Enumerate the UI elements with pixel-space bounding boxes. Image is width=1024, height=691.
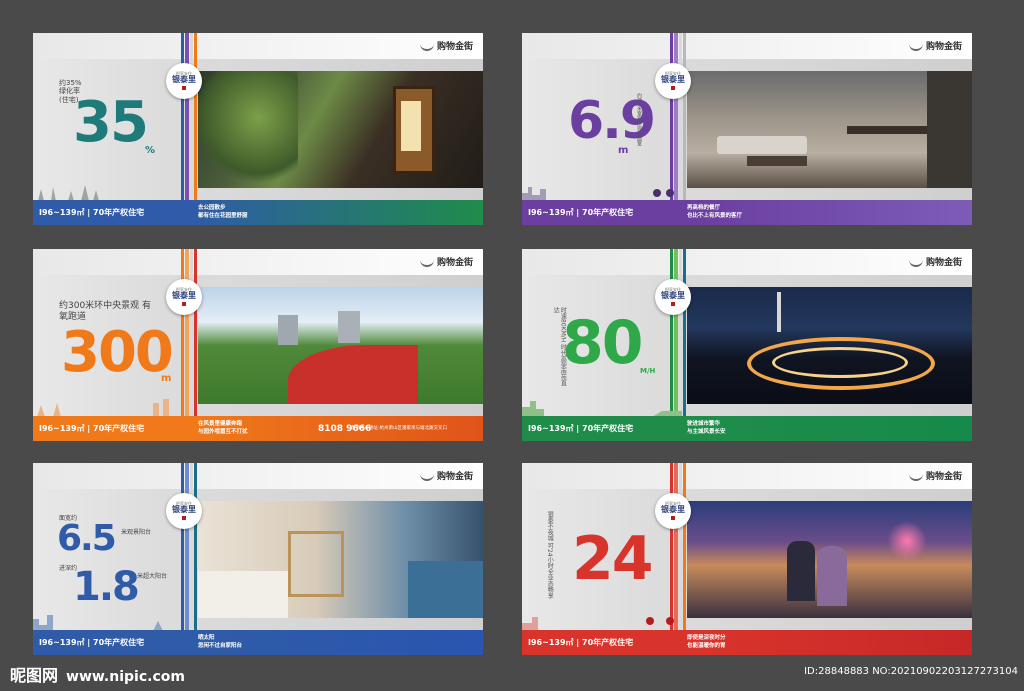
yintaili-logo: 把家安住 银泰里 bbox=[655, 279, 691, 315]
watermark-id: ID:28848883 NO:20210902203127273104 bbox=[804, 666, 1018, 677]
brand-label: 购物金街 bbox=[908, 39, 962, 52]
big-number: 300 bbox=[61, 320, 174, 385]
tail-text: 去公园散步 都有住在花园里舒服 bbox=[198, 205, 248, 219]
bottom-bar: I96~139㎡ | 70年产权住宅 即使是深夜时分 也能温暖你的胃 bbox=[522, 630, 972, 655]
top-band bbox=[33, 33, 483, 59]
lotus-icon bbox=[419, 257, 434, 267]
address-text: 营销中心地址:杭州萧山区潘家坝与塘北路交叉口 bbox=[351, 425, 448, 431]
yintaili-logo: 把家安住 银泰里 bbox=[166, 493, 202, 529]
spec-text: I96~139㎡ | 70年产权住宅 bbox=[528, 208, 634, 217]
bottom-bar: I96~139㎡ | 70年产权住宅 去公园散步 都有住在花园里舒服 bbox=[33, 200, 483, 225]
lotus-icon bbox=[908, 257, 923, 267]
billboard-balcony: 购物金街 把家安住 银泰里 面宽约 6.5 米观景阳台 进深约 1.8 米超大阳台… bbox=[33, 463, 483, 655]
top-band bbox=[33, 249, 483, 275]
unit: m bbox=[618, 145, 629, 156]
top-band bbox=[33, 463, 483, 489]
photo-bedroom-balcony bbox=[198, 501, 483, 618]
unit: m bbox=[161, 373, 172, 384]
color-stripes bbox=[181, 463, 197, 630]
diners-silhouette bbox=[522, 617, 674, 631]
tail-text: 再高档的餐厅 也比不上有风景的客厅 bbox=[687, 205, 743, 219]
people-silhouette bbox=[38, 185, 99, 201]
billboard-green-rate: 购物金街 把家安住 银泰里 约35%绿化率(住宅) 35 % I96~139㎡ |… bbox=[33, 33, 483, 225]
tail-text: 驶进城市繁华 与主城风景长安 bbox=[687, 421, 726, 435]
big-number: 80 bbox=[562, 308, 643, 378]
brand-label: 购物金街 bbox=[419, 255, 473, 268]
city-silhouette bbox=[33, 615, 163, 631]
city-silhouette bbox=[522, 401, 682, 417]
caption: 约6.9米宽客厅观景面宽 bbox=[636, 93, 642, 146]
lotus-icon bbox=[908, 41, 923, 51]
label-width: 米观景阳台 bbox=[121, 529, 152, 536]
spec-text: I96~139㎡ | 70年产权住宅 bbox=[39, 208, 145, 217]
spec-text: I96~139㎡ | 70年产权住宅 bbox=[528, 638, 634, 647]
billboard-running-track: 购物金街 把家安住 银泰里 约300米环中央景观 有氧跑道 300 m I96~1… bbox=[33, 249, 483, 441]
photo-running-track bbox=[198, 287, 483, 404]
tail-text: 在风景里健康奔跑 与园外喧嚣互不打扰 bbox=[198, 421, 248, 435]
lotus-icon bbox=[419, 41, 434, 51]
brand-label: 购物金街 bbox=[419, 39, 473, 52]
yintaili-logo: 把家安住 银泰里 bbox=[655, 493, 691, 529]
lotus-icon bbox=[908, 471, 923, 481]
caption: 银泰不夜城 可24小时全业态畅享 bbox=[546, 511, 554, 599]
photo-night-interchange bbox=[687, 287, 972, 404]
bottom-bar: I96~139㎡ | 70年产权住宅 在风景里健康奔跑 与园外喧嚣互不打扰 810… bbox=[33, 416, 483, 441]
spec-text: I96~139㎡ | 70年产权住宅 bbox=[39, 638, 145, 647]
brand-label: 购物金街 bbox=[419, 469, 473, 482]
color-stripes bbox=[670, 463, 686, 630]
photo-garden-lamp bbox=[198, 71, 483, 188]
yintaili-logo: 把家安住 银泰里 bbox=[166, 63, 202, 99]
runner-silhouette bbox=[37, 399, 169, 417]
tail-text: 晒太阳 您闲不过自家阳台 bbox=[198, 635, 243, 649]
billboard-night-life: 购物金街 把家安住 银泰里 银泰不夜城 可24小时全业态畅享 24 I96~139… bbox=[522, 463, 972, 655]
label-depth: 米超大阳台 bbox=[137, 573, 168, 580]
bottom-bar: I96~139㎡ | 70年产权住宅 驶进城市繁华 与主城风景长安 bbox=[522, 416, 972, 441]
bottom-bar: I96~139㎡ | 70年产权住宅 晒太阳 您闲不过自家阳台 bbox=[33, 630, 483, 655]
brand-label: 购物金街 bbox=[908, 255, 962, 268]
watermark-site: 昵图网 www.nipic.com bbox=[10, 666, 185, 685]
tail-text: 即使是深夜时分 也能温暖你的胃 bbox=[687, 635, 726, 649]
big-number: 24 bbox=[572, 524, 653, 594]
big-number-depth: 1.8 bbox=[73, 564, 140, 610]
color-stripes bbox=[670, 249, 686, 416]
color-stripes bbox=[181, 33, 197, 200]
brand-label: 购物金街 bbox=[908, 469, 962, 482]
lotus-icon bbox=[419, 471, 434, 481]
yintaili-logo: 把家安住 银泰里 bbox=[655, 63, 691, 99]
top-band bbox=[522, 33, 972, 59]
billboard-living-room: 购物金街 把家安住 银泰里 6.9 m 约6.9米宽客厅观景面宽 I96~139㎡… bbox=[522, 33, 972, 225]
photo-living-room bbox=[687, 71, 972, 188]
top-band bbox=[522, 463, 972, 489]
spec-text: I96~139㎡ | 70年产权住宅 bbox=[39, 424, 145, 433]
color-stripes bbox=[181, 249, 197, 416]
bottom-bar: I96~139㎡ | 70年产权住宅 再高档的餐厅 也比不上有风景的客厅 bbox=[522, 200, 972, 225]
city-silhouette bbox=[522, 187, 674, 201]
billboard-highway: 购物金街 把家安住 银泰里 时速80KM/H 时代高架南苑直达 80 M/H I9… bbox=[522, 249, 972, 441]
yintaili-logo: 把家安住 银泰里 bbox=[166, 279, 202, 315]
big-number: 35 bbox=[73, 90, 149, 155]
unit: M/H bbox=[640, 367, 656, 375]
top-band bbox=[522, 249, 972, 275]
unit: % bbox=[145, 145, 156, 156]
big-number-width: 6.5 bbox=[57, 518, 117, 559]
photo-night-plaza bbox=[687, 501, 972, 618]
spec-text: I96~139㎡ | 70年产权住宅 bbox=[528, 424, 634, 433]
color-stripes bbox=[670, 33, 686, 200]
